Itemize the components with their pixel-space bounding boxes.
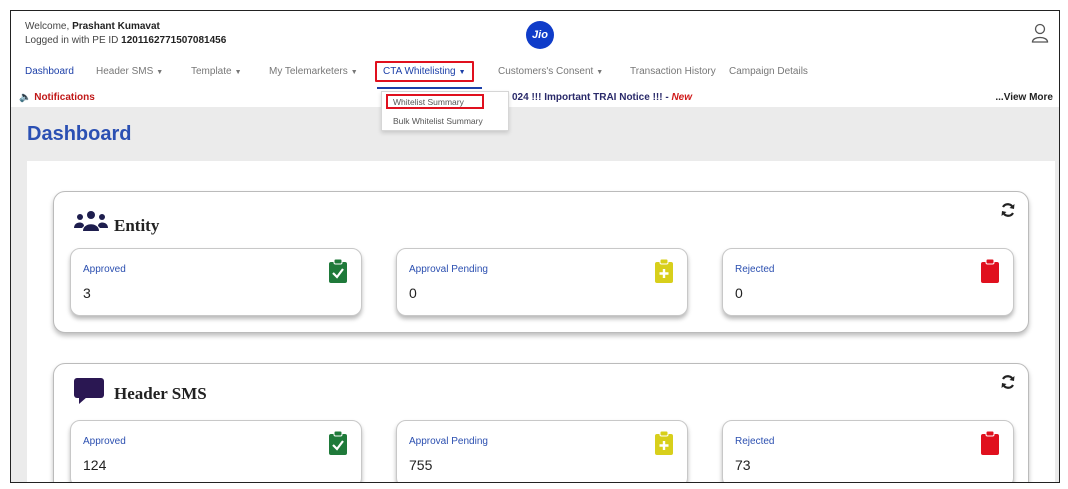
caret-down-icon: ▼ <box>234 69 242 76</box>
stat-label: Rejected <box>735 264 775 275</box>
section-title: Entity <box>114 216 160 235</box>
notification-ticker[interactable]: 024 !!! Important TRAI Notice !!! - New <box>512 92 692 103</box>
entity-section: Entity Approved 3 Approval Pending 0 Rej… <box>53 191 1029 333</box>
welcome-prefix: Welcome, <box>25 21 73 32</box>
new-tag: New <box>671 92 693 103</box>
nav-customers-consent[interactable]: Customers's Consent ▼ <box>498 66 603 77</box>
pe-id: 1201162771507081456 <box>121 35 227 46</box>
stat-value: 0 <box>735 285 743 301</box>
caret-down-icon: ▼ <box>350 69 358 76</box>
stat-value: 73 <box>735 457 751 473</box>
nav-dashboard[interactable]: Dashboard <box>25 66 74 77</box>
stat-label: Approved <box>83 436 126 447</box>
welcome-block: Welcome, Prashant Kumavat Logged in with… <box>25 20 226 48</box>
menu-item-bulk-whitelist-summary[interactable]: Bulk Whitelist Summary <box>393 116 483 126</box>
stat-label: Approval Pending <box>409 264 488 275</box>
notifications-bar: 🔈 Notifications 024 !!! Important TRAI N… <box>11 89 1059 107</box>
clipboard-plus-icon <box>655 431 673 455</box>
refresh-icon[interactable] <box>1000 374 1016 390</box>
app-window: Welcome, Prashant Kumavat Logged in with… <box>10 10 1060 483</box>
top-header: Welcome, Prashant Kumavat Logged in with… <box>11 11 1059 55</box>
stat-value: 0 <box>409 285 417 301</box>
section-title: Header SMS <box>114 384 207 403</box>
view-more-link[interactable]: ...View More <box>995 92 1053 103</box>
caret-down-icon: ▼ <box>458 69 466 76</box>
caret-down-icon: ▼ <box>596 69 604 76</box>
stat-card-approved[interactable]: Approved 124 <box>70 420 362 482</box>
main-nav: Dashboard Header SMS ▼ Template ▼ My Telem… <box>11 61 1059 83</box>
comment-icon <box>74 378 104 404</box>
stat-value: 755 <box>409 457 433 473</box>
header-sms-section: Header SMS Approved 124 Approval Pending… <box>53 363 1029 482</box>
nav-cta-whitelisting[interactable]: CTA Whitelisting ▼ <box>375 61 474 82</box>
clipboard-icon <box>981 431 999 455</box>
cta-whitelisting-dropdown: Whitelist Summary Bulk Whitelist Summary <box>381 91 509 131</box>
user-name: Prashant Kumavat <box>72 21 160 32</box>
users-icon <box>74 211 108 231</box>
nav-transaction-history[interactable]: Transaction History <box>630 66 716 77</box>
nav-campaign-details[interactable]: Campaign Details <box>729 66 808 77</box>
clipboard-icon <box>981 259 999 283</box>
clipboard-plus-icon <box>655 259 673 283</box>
menu-item-whitelist-summary[interactable]: Whitelist Summary <box>393 97 464 107</box>
nav-my-telemarketers[interactable]: My Telemarketers ▼ <box>269 66 358 77</box>
login-prefix: Logged in with PE ID <box>25 35 122 46</box>
nav-header-sms[interactable]: Header SMS ▼ <box>96 66 163 77</box>
stat-value: 3 <box>83 285 91 301</box>
stat-card-rejected[interactable]: Rejected 73 <box>722 420 1014 482</box>
user-icon[interactable] <box>1031 23 1049 43</box>
refresh-icon[interactable] <box>1000 202 1016 218</box>
jio-logo[interactable]: Jio <box>526 21 554 49</box>
page-title: Dashboard <box>27 123 132 145</box>
clipboard-check-icon <box>329 259 347 283</box>
clipboard-check-icon <box>329 431 347 455</box>
stat-card-approval-pending[interactable]: Approval Pending 755 <box>396 420 688 482</box>
stat-card-approval-pending[interactable]: Approval Pending 0 <box>396 248 688 316</box>
stat-label: Approved <box>83 264 126 275</box>
nav-template[interactable]: Template ▼ <box>191 66 242 77</box>
notifications-label[interactable]: 🔈 Notifications <box>19 92 95 103</box>
stat-card-approved[interactable]: Approved 3 <box>70 248 362 316</box>
stat-card-rejected[interactable]: Rejected 0 <box>722 248 1014 316</box>
stat-value: 124 <box>83 457 107 473</box>
stat-label: Rejected <box>735 436 775 447</box>
caret-down-icon: ▼ <box>156 69 164 76</box>
stat-label: Approval Pending <box>409 436 488 447</box>
